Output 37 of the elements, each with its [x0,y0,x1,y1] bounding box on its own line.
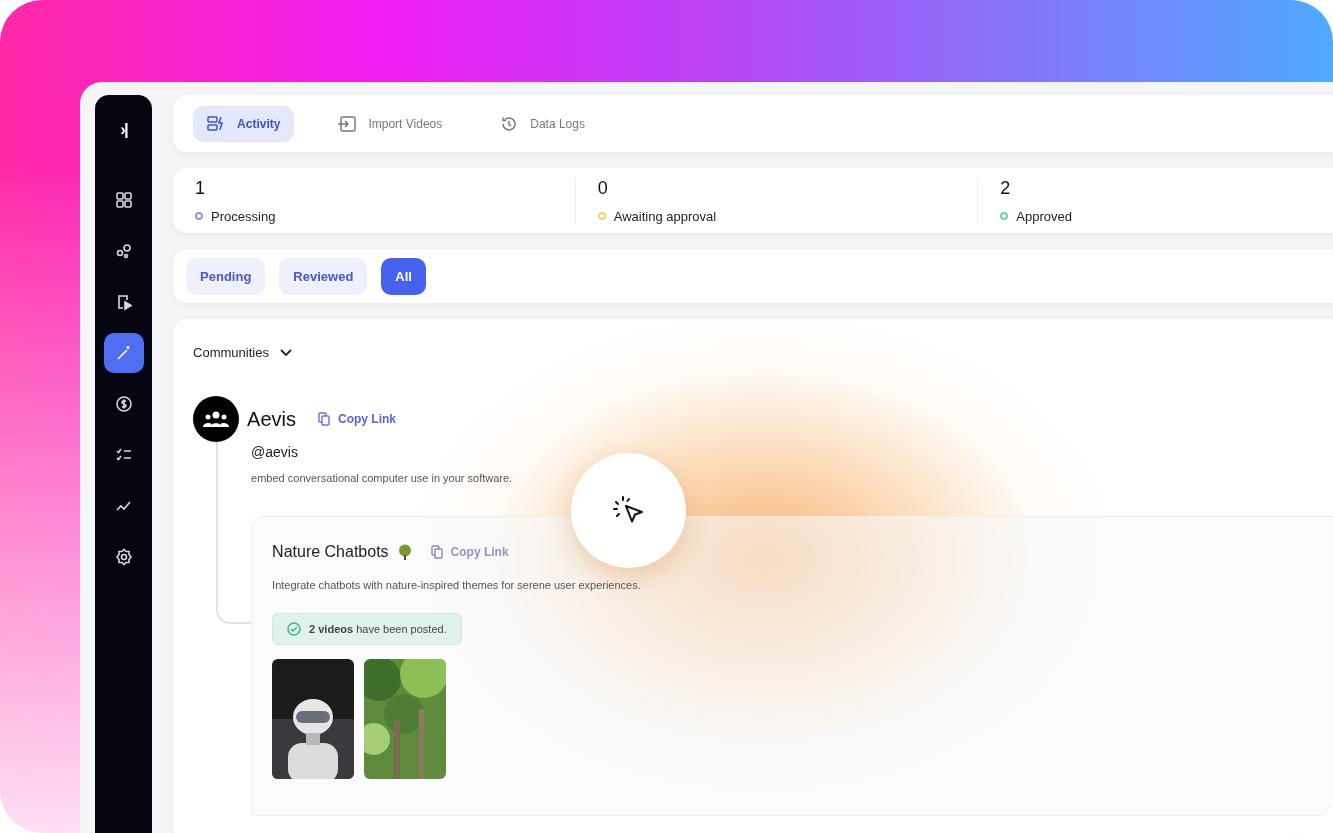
copy-link-button[interactable]: Copy Link [430,545,509,559]
sidebar-item[interactable] [103,333,144,373]
checklist-icon [114,446,133,464]
community-description: embed conversational computer use in your software. [251,472,514,484]
tab[interactable]: Data Logs [486,105,599,142]
copy-link-button[interactable]: Copy Link [318,412,396,426]
import-icon [338,115,357,132]
copy-icon [430,545,443,559]
community-handle: @aevis [251,444,299,460]
copy-icon [318,412,330,426]
settings-icon [114,548,133,566]
filter-chip[interactable]: Pending [186,257,266,295]
stat-value: 0 [597,177,609,199]
chevron-down-icon [278,347,293,358]
communities-dropdown[interactable]: Communities [193,345,293,360]
people-icon [203,410,230,428]
tab[interactable]: Import Videos [324,105,457,142]
stat-label: Processing [211,208,276,224]
project-title: Nature Chatbots [272,543,389,561]
history-icon [500,115,519,132]
project-description: Integrate chatbots with nature-inspired themes for serene user experiences. [272,579,642,591]
check-circle-icon [287,622,302,636]
stat-value: 1 [195,177,207,199]
stat-value: 2 [1000,177,1012,199]
community-name: Aevis [247,407,296,431]
tree-icon [396,544,413,560]
grid-icon [114,191,133,209]
nodes-icon [114,242,133,260]
stat-label: Approved [1016,208,1072,224]
notice-text: 2 videos have been posted. [309,623,447,635]
sidebar-toggle[interactable]: ›| [114,109,133,151]
dollar-icon [114,395,133,413]
tab[interactable]: Activity [193,105,295,142]
activity-icon [207,115,226,132]
filter-chip[interactable]: Reviewed [279,257,368,295]
stat-label: Awaiting approval [613,208,717,224]
filter-chip[interactable]: All [381,257,426,295]
